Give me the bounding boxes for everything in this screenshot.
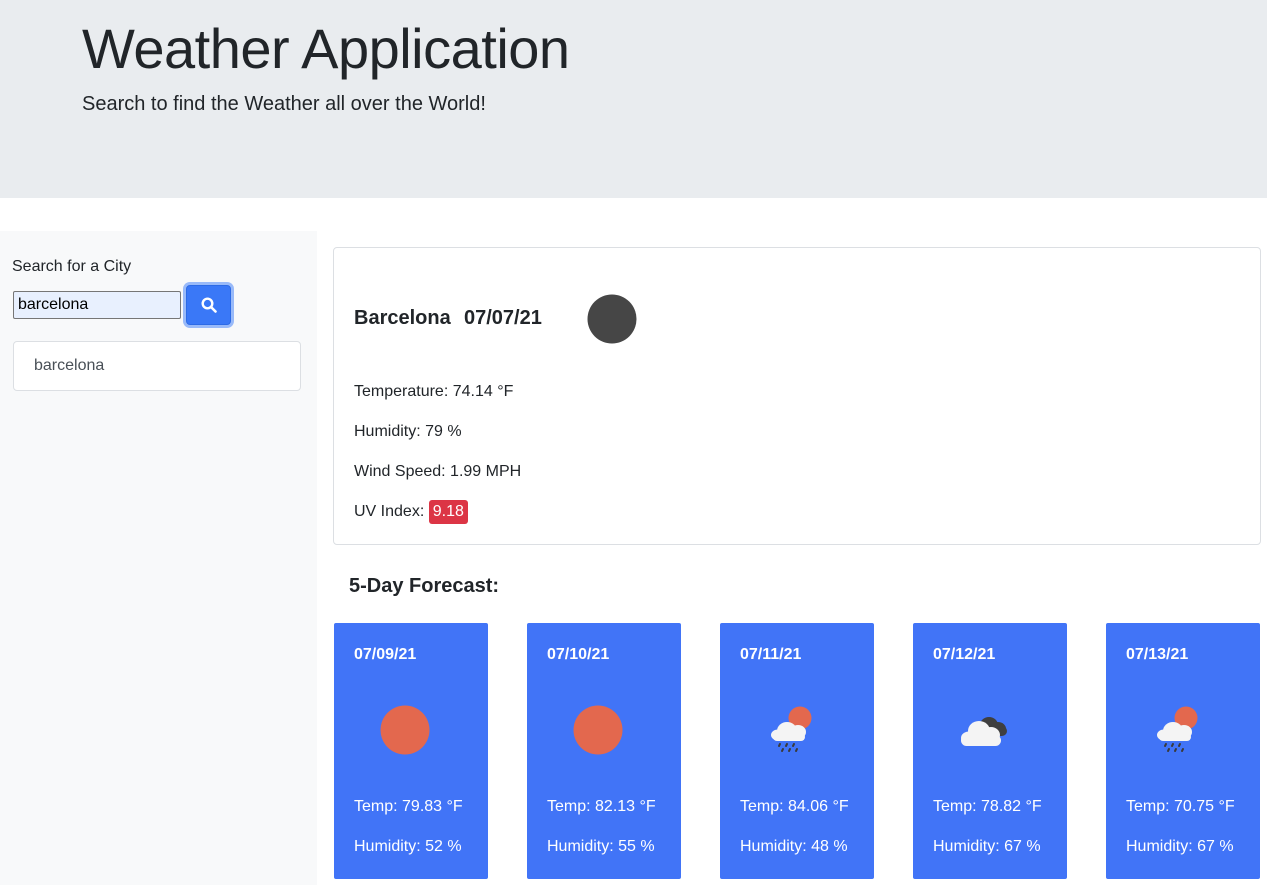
forecast-temp: Temp: 84.06 °F <box>740 798 849 815</box>
app-title: Weather Application <box>82 17 570 80</box>
rain-sun-icon <box>1157 706 1198 752</box>
city-search-input[interactable] <box>13 291 181 319</box>
forecast-temp: Temp: 82.13 °F <box>547 798 656 815</box>
forecast-date: 07/13/21 <box>1126 646 1189 663</box>
forecast-humidity: Humidity: 52 % <box>354 838 462 855</box>
forecast-date: 07/10/21 <box>547 646 610 663</box>
forecast-temp: Temp: 70.75 °F <box>1126 798 1235 815</box>
forecast-card: 07/12/21 Temp: 78.82 °F Humidity: 67 % <box>913 623 1067 879</box>
forecast-temp: Temp: 79.83 °F <box>354 798 463 815</box>
sun-icon <box>573 705 623 755</box>
forecast-humidity: Humidity: 48 % <box>740 838 848 855</box>
search-button[interactable] <box>186 285 231 325</box>
forecast-humidity: Humidity: 67 % <box>1126 838 1234 855</box>
forecast-card: 07/09/21 Temp: 79.83 °F Humidity: 52 % <box>334 623 488 879</box>
sun-icon <box>380 705 430 755</box>
rain-sun-icon <box>771 706 812 752</box>
forecast-title: 5-Day Forecast: <box>349 575 500 597</box>
forecast-date: 07/11/21 <box>740 646 802 663</box>
header-jumbotron: Weather Application Search to find the W… <box>0 0 1267 198</box>
search-icon <box>200 297 217 313</box>
forecast-card: 07/11/21 Temp: 84.06 °F Humidity: 48 % <box>720 623 874 879</box>
forecast-humidity: Humidity: 55 % <box>547 838 655 855</box>
app-subtitle: Search to find the Weather all over the … <box>82 93 486 115</box>
broken-clouds-icon <box>961 717 1007 746</box>
current-date: 07/07/21 <box>464 307 542 329</box>
history-item-barcelona[interactable]: barcelona <box>13 341 301 391</box>
forecast-date: 07/12/21 <box>933 646 996 663</box>
forecast-temp: Temp: 78.82 °F <box>933 798 1042 815</box>
forecast-card: 07/13/21 Temp: 70.75 °F Humidity: 67 % <box>1106 623 1260 879</box>
forecast-humidity: Humidity: 67 % <box>933 838 1041 855</box>
current-city: Barcelona <box>354 307 451 329</box>
search-label: Search for a City <box>12 258 132 275</box>
current-wind-speed: Wind Speed: 1.99 MPH <box>354 463 522 480</box>
clear-night-moon-icon <box>587 294 637 344</box>
current-humidity: Humidity: 79 % <box>354 423 462 440</box>
current-temperature: Temperature: 74.14 °F <box>354 383 514 400</box>
forecast-card: 07/10/21 Temp: 82.13 °F Humidity: 55 % <box>527 623 681 879</box>
search-sidebar <box>0 231 317 885</box>
uv-label: UV Index: <box>354 503 425 520</box>
forecast-date: 07/09/21 <box>354 646 417 663</box>
uv-index-badge: 9.18 <box>428 500 468 524</box>
current-uv-row: UV Index: 9.18 <box>354 500 468 524</box>
